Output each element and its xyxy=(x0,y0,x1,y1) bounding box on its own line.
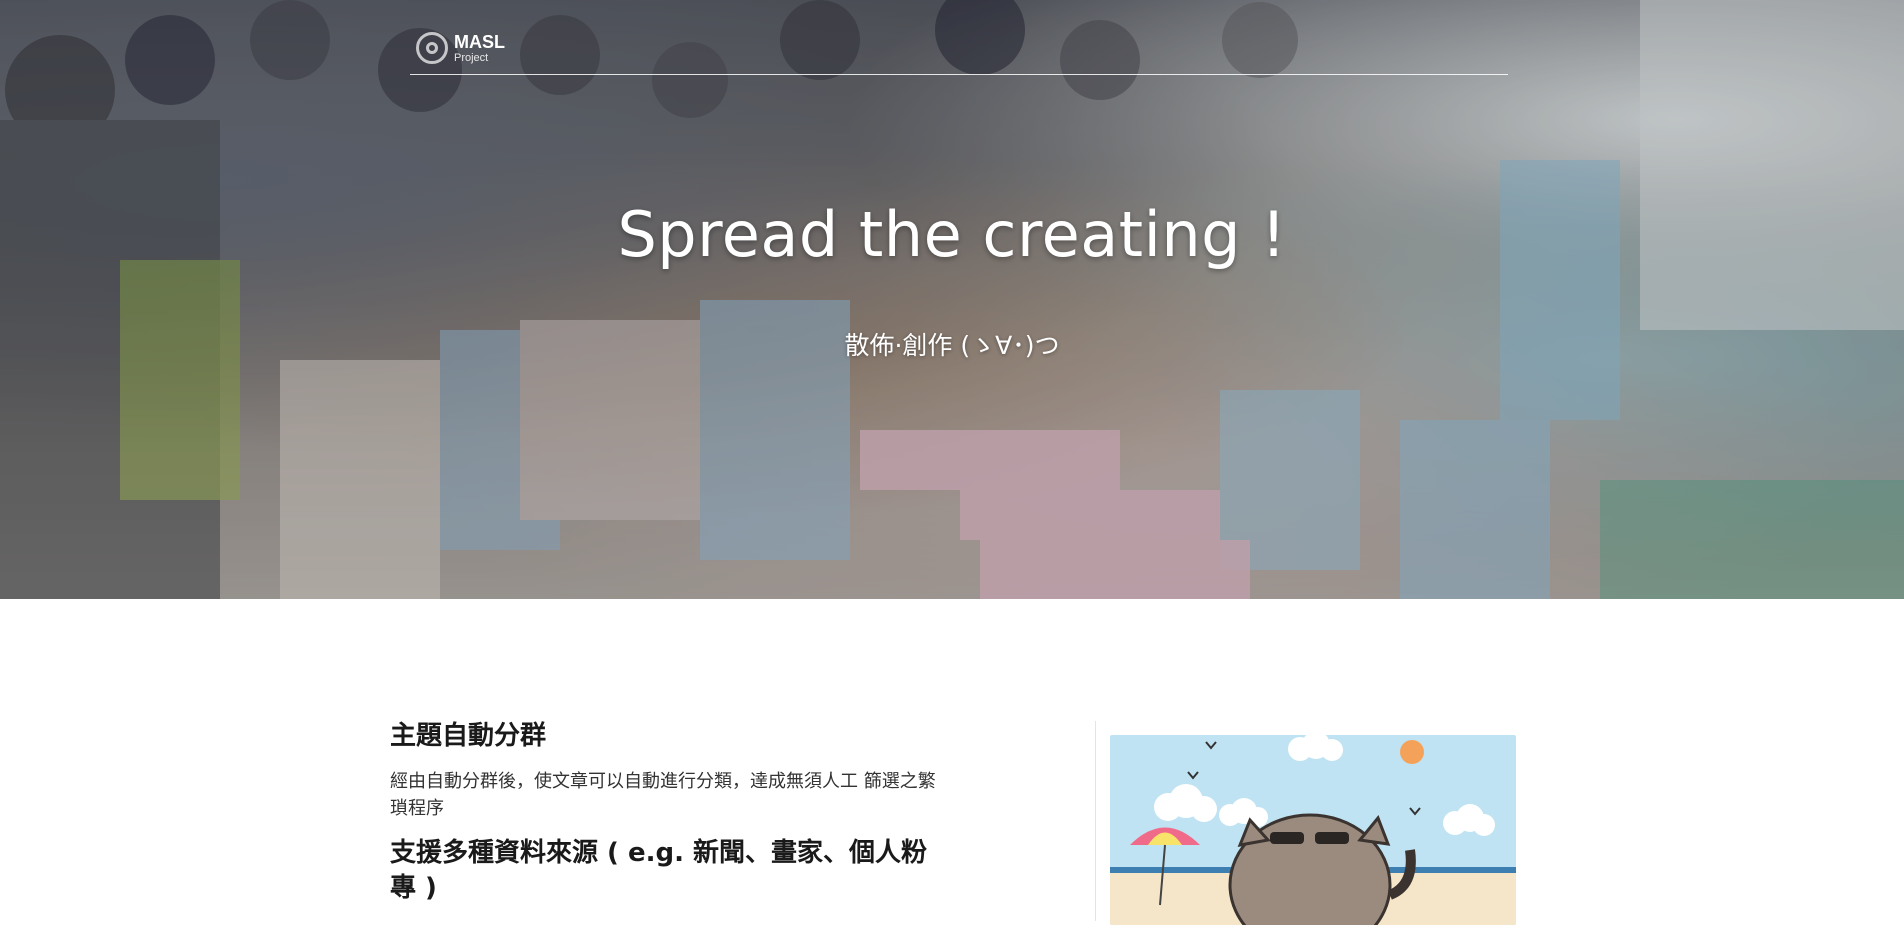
top-nav: MASL Project xyxy=(410,28,1508,75)
features-list: 主題自動分群 經由自動分群後，使文章可以自動進行分類，達成無須人工 篩選之繁瑣程… xyxy=(390,719,950,906)
feature-heading: 支援多種資料來源 ( e.g. 新聞、畫家、個人粉專 ) xyxy=(390,838,928,904)
hero-banner: MASL Project Spread the creating ! 散佈·創作… xyxy=(0,0,1904,599)
features-section: 主題自動分群 經由自動分群後，使文章可以自動進行分類，達成無須人工 篩選之繁瑣程… xyxy=(0,599,1904,925)
hero-subtitle: 散佈·創作 (ゝ∀･)つ xyxy=(844,331,1060,360)
feature-heading: 主題自動分群 xyxy=(390,721,547,751)
hero-title: Spread the creating ! xyxy=(617,198,1287,271)
brand-name: MASL xyxy=(454,31,505,52)
hero-overlay xyxy=(0,0,1904,599)
column-divider xyxy=(1095,721,1096,921)
brand-subtitle: Project xyxy=(454,51,489,64)
masl-logo-icon xyxy=(416,32,448,64)
brand-logo[interactable]: MASL Project xyxy=(416,30,505,66)
feature-description: 經由自動分群後，使文章可以自動進行分類，達成無須人工 篩選之繁瑣程序 xyxy=(390,771,936,820)
feature-illustration xyxy=(1110,735,1516,925)
